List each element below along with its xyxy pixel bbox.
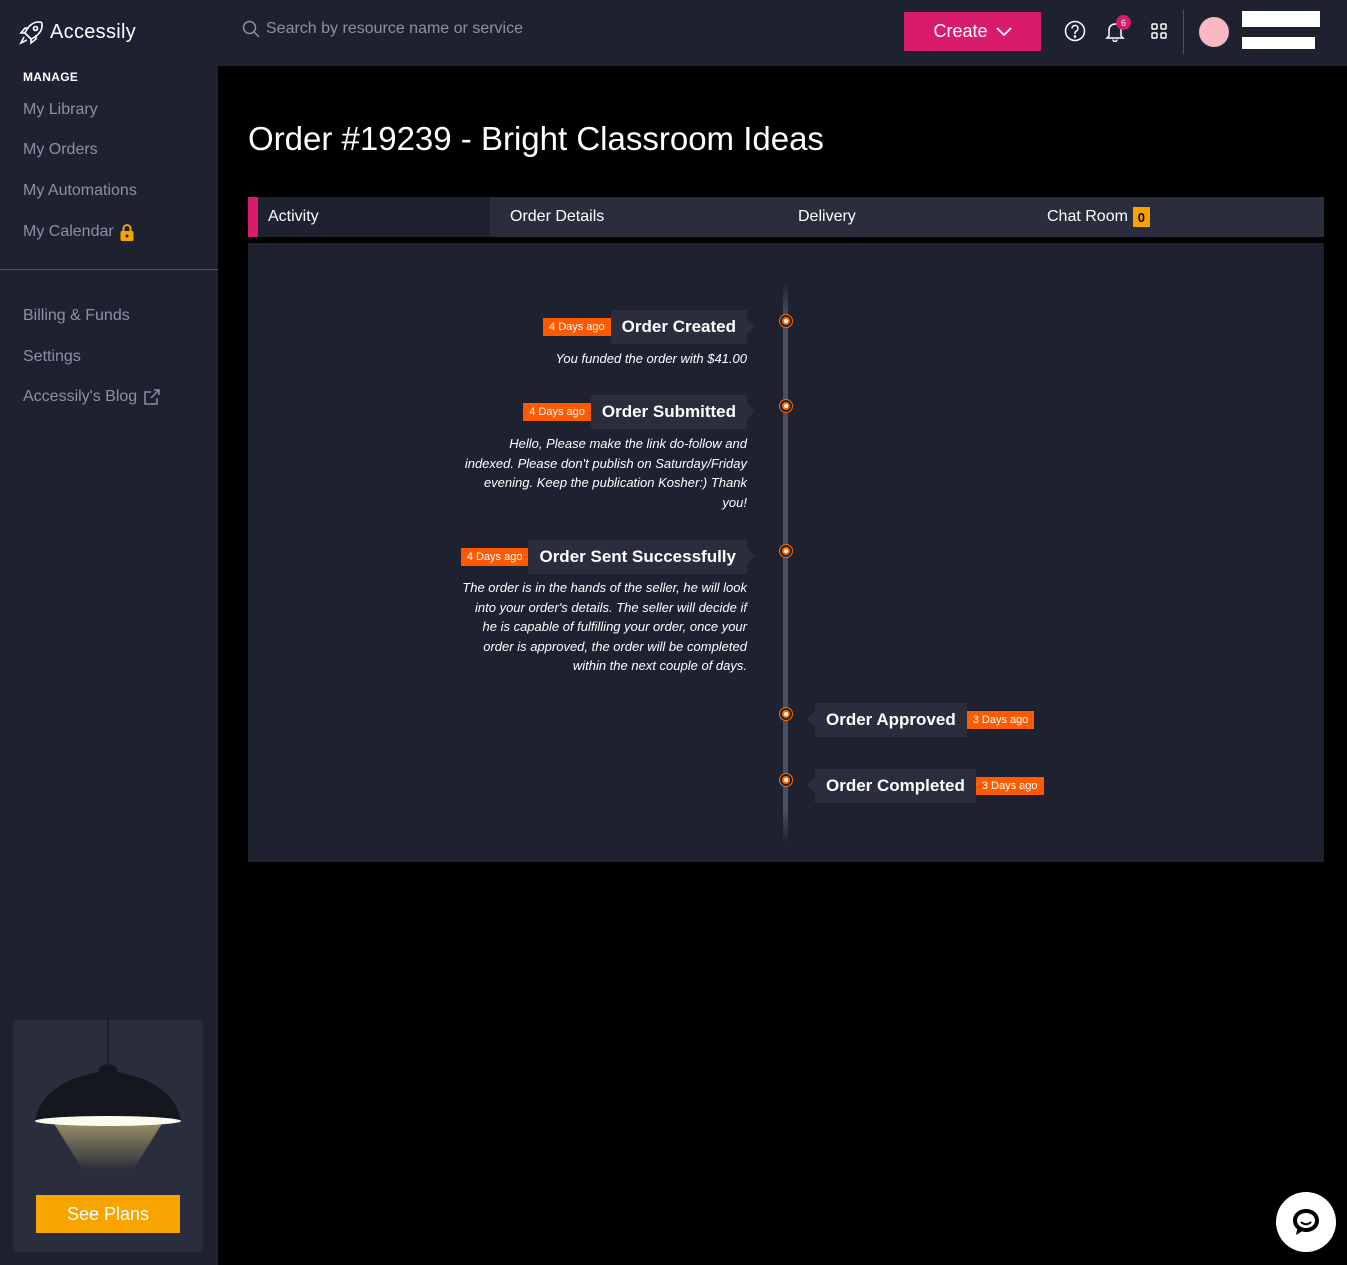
timeline-event-order-sent: 4 Days ago Order Sent Successfully [460,540,755,574]
grid-icon [1151,23,1167,39]
event-description: The order is in the hands of the seller,… [462,580,747,674]
time-badge: 3 Days ago [966,711,1035,729]
apps-button[interactable] [1148,20,1170,42]
redacted-user-email [1242,37,1315,49]
time-badge: 3 Days ago [975,777,1044,795]
tab-label: Order Details [510,208,605,225]
tab-label: Activity [268,208,319,225]
sidebar-item-my-automations[interactable]: My Automations [23,182,137,200]
sidebar-item-label: My Orders [23,141,98,158]
avatar[interactable] [1199,17,1229,47]
upgrade-promo-card: See Plans [13,1020,203,1252]
sidebar-item-label: Billing & Funds [23,307,130,324]
timeline-event-order-created: 4 Days ago Order Created [543,310,756,344]
tab-activity[interactable]: Activity [248,197,490,237]
timeline-event-order-approved: Order Approved 3 Days ago [807,703,1035,737]
page-title: Order #19239 - Bright Classroom Ideas [248,120,824,157]
sidebar-divider [0,269,218,270]
chevron-down-icon [995,26,1012,36]
event-title: Order Approved [807,703,967,737]
section-label-manage: MANAGE [23,70,79,84]
brand-logo[interactable]: Accessily [18,16,136,48]
sidebar-item-settings[interactable]: Settings [23,348,81,366]
time-badge: 4 Days ago [523,403,591,421]
tab-label: Chat Room [1047,208,1128,225]
event-title: Order Sent Successfully [528,540,755,574]
time-badge: 4 Days ago [460,548,529,566]
event-title: Order Created [610,310,756,344]
create-button[interactable]: Create [904,12,1041,51]
sidebar-item-label: My Library [23,101,98,118]
search-input[interactable] [266,20,586,38]
timeline-event-order-submitted: 4 Days ago Order Submitted [523,395,756,429]
sidebar-item-label: My Calendar [23,223,114,240]
timeline-dot [780,708,792,720]
sidebar-item-my-calendar[interactable]: My Calendar [23,223,134,241]
timeline-event-order-completed: Order Completed 3 Days ago [807,769,1044,803]
see-plans-button[interactable]: See Plans [36,1195,180,1233]
sidebar-item-my-orders[interactable]: My Orders [23,141,98,159]
chat-room-count-badge: 0 [1132,207,1150,227]
sidebar-item-my-library[interactable]: My Library [23,101,98,119]
tab-delivery[interactable]: Delivery [798,197,856,237]
redacted-user-name [1242,11,1320,27]
activity-timeline-panel: 4 Days ago Order Created You funded the … [248,243,1324,862]
event-description: Hello, Please make the link do-follow an… [464,436,747,510]
sidebar-item-label: My Automations [23,182,137,199]
brand-name: Accessily [50,20,137,43]
tab-chat-room[interactable]: Chat Room 0 [1047,197,1150,237]
timeline-dot [780,545,792,557]
sidebar-item-label: Settings [23,348,81,365]
lock-icon [120,223,134,241]
create-button-label: Create [933,21,988,41]
lamp-illustration [35,1020,181,1170]
sidebar-item-blog[interactable]: Accessily's Blog [23,388,161,406]
notifications-button[interactable]: 6 [1104,15,1131,43]
timeline-dot [780,774,792,786]
time-badge: 4 Days ago [543,318,611,336]
sidebar: Accessily MANAGE My Library My Orders My… [0,0,218,1265]
rocket-icon [19,21,43,45]
top-bar: Create 6 [218,0,1347,66]
timeline-line [783,283,788,843]
event-title: Order Completed [807,769,976,803]
event-description: You funded the order with $41.00 [555,351,747,366]
search-bar[interactable] [242,20,586,38]
timeline-dot [780,400,792,412]
topbar-divider [1183,10,1184,54]
sidebar-item-billing-funds[interactable]: Billing & Funds [23,307,130,325]
live-chat-button[interactable] [1276,1192,1336,1252]
chat-icon [1293,1209,1319,1235]
help-icon [1064,20,1086,42]
tab-label: Delivery [798,208,856,225]
sidebar-item-label: Accessily's Blog [23,388,138,405]
help-button[interactable] [1064,20,1086,42]
search-icon [242,20,260,38]
timeline-dot [780,315,792,327]
external-link-icon [144,389,160,405]
order-tabs: Activity Order Details Delivery Chat Roo… [248,197,1324,237]
tab-order-details[interactable]: Order Details [510,197,604,237]
event-title: Order Submitted [590,395,756,429]
notification-count-badge: 6 [1116,15,1131,30]
